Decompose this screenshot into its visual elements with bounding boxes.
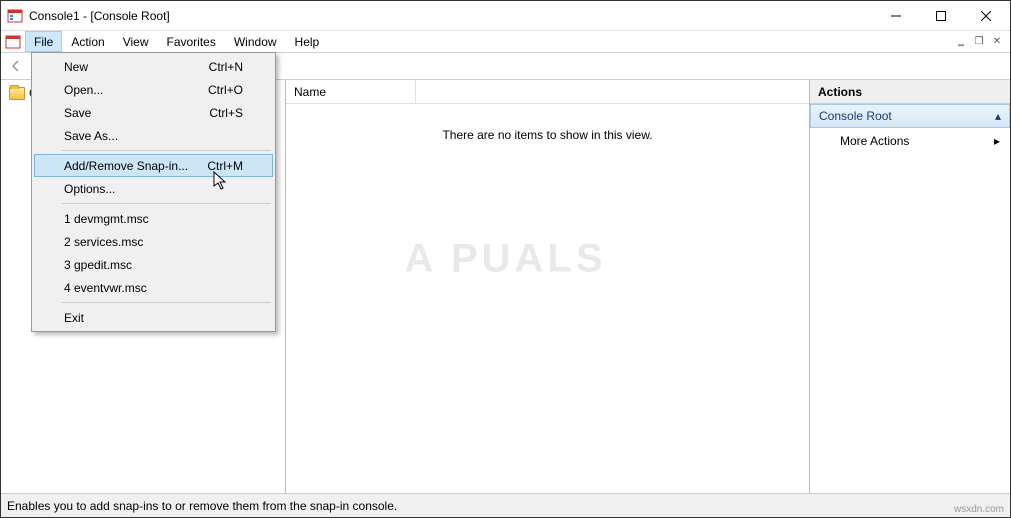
mmc-doc-icon [5,34,21,53]
menu-options[interactable]: Options... [34,177,273,200]
menu-add-remove-snapin[interactable]: Add/Remove Snap-in...Ctrl+M [34,154,273,177]
menu-recent-4[interactable]: 4 eventvwr.msc [34,276,273,299]
minimize-button[interactable] [873,1,918,30]
menu-separator [62,150,271,151]
menu-new[interactable]: NewCtrl+N [34,55,273,78]
menu-file[interactable]: File [25,31,62,52]
collapse-icon: ▴ [995,109,1001,123]
menu-separator [62,302,271,303]
status-text: Enables you to add snap-ins to or remove… [7,499,397,513]
content-empty-text: There are no items to show in this view. [286,104,809,493]
menu-window[interactable]: Window [225,31,286,52]
actions-pane: Actions Console Root ▴ More Actions ▸ [810,80,1010,493]
maximize-button[interactable] [918,1,963,30]
menu-recent-1[interactable]: 1 devmgmt.msc [34,207,273,230]
statusbar: Enables you to add snap-ins to or remove… [1,493,1010,517]
menu-help[interactable]: Help [286,31,329,52]
watermark-url: wsxdn.com [954,504,1004,515]
menu-favorites[interactable]: Favorites [158,31,225,52]
back-button[interactable] [5,55,27,77]
actions-header: Actions [810,80,1010,104]
menu-recent-2[interactable]: 2 services.msc [34,230,273,253]
mmc-app-icon [7,8,23,24]
column-name[interactable]: Name [286,80,416,103]
menu-action[interactable]: Action [62,31,113,52]
actions-root-heading[interactable]: Console Root ▴ [810,104,1010,128]
menu-save[interactable]: SaveCtrl+S [34,101,273,124]
mdi-close-button[interactable]: ✕ [988,34,1006,50]
column-spacer [416,80,809,103]
menubar: File Action View Favorites Window Help ‗… [1,31,1010,53]
menu-open[interactable]: Open...Ctrl+O [34,78,273,101]
menu-view[interactable]: View [114,31,158,52]
menu-exit[interactable]: Exit [34,306,273,329]
submenu-arrow-icon: ▸ [994,134,1000,148]
menu-recent-3[interactable]: 3 gpedit.msc [34,253,273,276]
menu-separator [62,203,271,204]
close-button[interactable] [963,1,1008,30]
content-pane: Name There are no items to show in this … [286,80,810,493]
window-controls [873,1,1008,30]
window-title: Console1 - [Console Root] [29,9,873,23]
mdi-minimize-button[interactable]: ‗ [952,34,970,50]
mdi-restore-button[interactable]: ❐ [970,34,988,50]
content-column-header[interactable]: Name [286,80,809,104]
menu-save-as[interactable]: Save As... [34,124,273,147]
file-menu-dropdown: NewCtrl+N Open...Ctrl+O SaveCtrl+S Save … [31,52,276,332]
titlebar: Console1 - [Console Root] [1,1,1010,31]
mdi-controls: ‗ ❐ ✕ [952,31,1006,52]
actions-more-actions[interactable]: More Actions ▸ [810,128,1010,154]
folder-icon [9,87,25,100]
